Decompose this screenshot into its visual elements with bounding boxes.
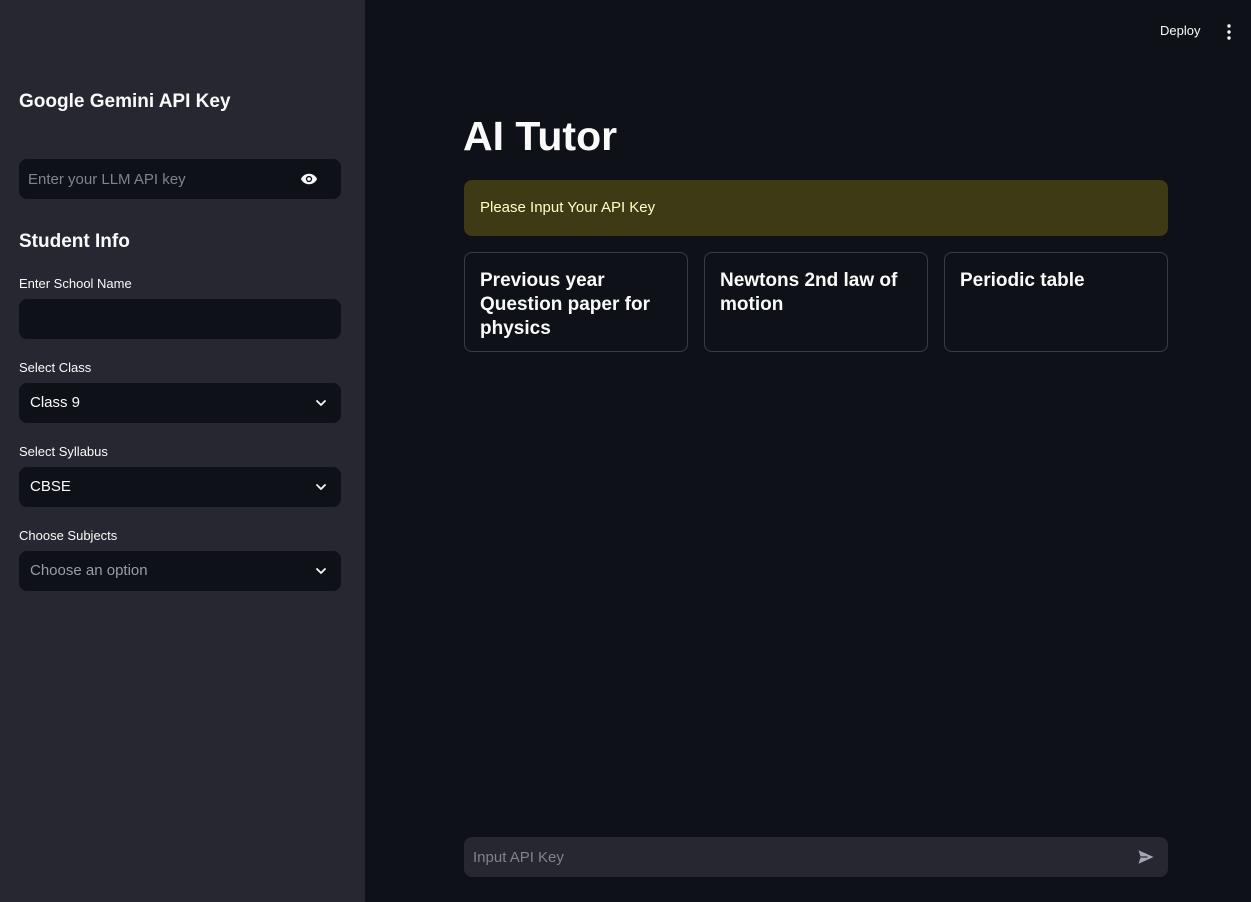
suggestion-card[interactable]: Newtons 2nd law of motion [704, 252, 928, 352]
chevron-down-icon [316, 568, 326, 574]
kebab-menu-icon[interactable] [1224, 23, 1234, 41]
warning-alert-text: Please Input Your API Key [480, 199, 656, 216]
class-select-value: Class 9 [30, 394, 81, 411]
school-name-field[interactable] [19, 299, 341, 339]
app-root: Google Gemini API Key Student Info Enter… [0, 0, 1251, 902]
eye-icon[interactable] [299, 170, 319, 188]
api-key-field[interactable] [19, 159, 341, 199]
chevron-down-icon [316, 400, 326, 406]
subjects-select[interactable]: Choose an option [19, 551, 341, 591]
api-key-input[interactable] [19, 159, 341, 199]
chat-input-bar[interactable] [464, 837, 1168, 877]
page-title: AI Tutor [463, 113, 618, 159]
send-icon[interactable] [1136, 848, 1156, 866]
school-name-label: Enter School Name [19, 276, 132, 291]
school-name-input[interactable] [19, 299, 341, 339]
syllabus-select[interactable]: CBSE [19, 467, 341, 507]
syllabus-select-value: CBSE [30, 478, 71, 495]
suggestion-card[interactable]: Previous year Question paper for physics [464, 252, 688, 352]
class-label: Select Class [19, 360, 92, 375]
sidebar: Google Gemini API Key Student Info Enter… [0, 0, 365, 902]
subjects-label: Choose Subjects [19, 528, 118, 543]
api-key-heading: Google Gemini API Key [19, 91, 231, 112]
student-info-heading: Student Info [19, 231, 130, 252]
chevron-down-icon [316, 484, 326, 490]
class-select[interactable]: Class 9 [19, 383, 341, 423]
subjects-select-placeholder: Choose an option [30, 562, 148, 579]
chat-input[interactable] [464, 837, 1124, 877]
suggestion-card[interactable]: Periodic table [944, 252, 1168, 352]
deploy-button[interactable]: Deploy [1160, 23, 1200, 38]
syllabus-label: Select Syllabus [19, 444, 108, 459]
warning-alert: Please Input Your API Key [464, 180, 1168, 236]
